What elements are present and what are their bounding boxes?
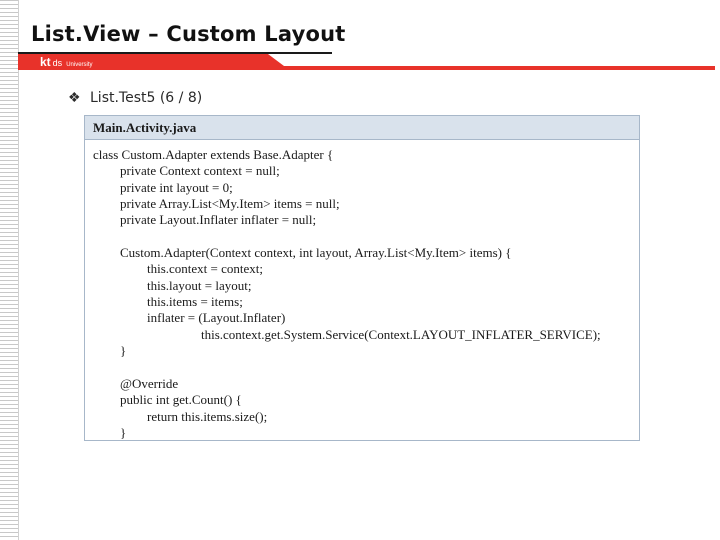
brand-bar: kt ds University — [18, 54, 715, 70]
diamond-bullet-icon: ❖ — [68, 89, 81, 105]
code-line: private Array.List<My.Item> items = null… — [120, 196, 340, 212]
code-line: this.context = context; — [147, 261, 264, 277]
code-line: @Override — [120, 375, 179, 391]
bullet-item: ❖ List.Test5 (6 / 8) — [68, 89, 202, 106]
code-line: Custom.Adapter(Context context, int layo… — [120, 245, 512, 261]
code-line: this.items = items; — [147, 294, 243, 310]
code-line: this.context.get.System.Service(Context.… — [201, 326, 601, 342]
brand-kt: kt — [40, 55, 51, 69]
brand-ds: ds — [52, 58, 63, 68]
code-panel: Main.Activity.java class Custom.Adapter … — [84, 115, 640, 441]
code-line: return this.items.size(); — [147, 408, 268, 424]
code-line: public int get.Count() { — [120, 392, 242, 408]
code-filename: Main.Activity.java — [85, 116, 639, 140]
kt-ds-university-logo: kt ds University — [40, 55, 93, 69]
slide-title: List.View – Custom Layout — [31, 22, 346, 46]
bullet-text: List.Test5 (6 / 8) — [90, 89, 203, 106]
code-line: private Layout.Inflater inflater = null; — [120, 212, 317, 228]
brand-university: University — [66, 62, 93, 68]
code-line: private int layout = 0; — [120, 179, 233, 195]
code-body: class Custom.Adapter extends Base.Adapte… — [85, 140, 639, 441]
code-line: } — [120, 343, 127, 359]
brand-bar-shape — [18, 54, 715, 70]
code-line: inflater = (Layout.Inflater) — [147, 310, 286, 326]
code-line: private Context context = null; — [120, 163, 280, 179]
code-line: class Custom.Adapter extends Base.Adapte… — [93, 147, 334, 162]
left-stripe-decoration — [0, 0, 19, 540]
code-line: } — [120, 424, 127, 440]
code-line: this.layout = layout; — [147, 277, 252, 293]
